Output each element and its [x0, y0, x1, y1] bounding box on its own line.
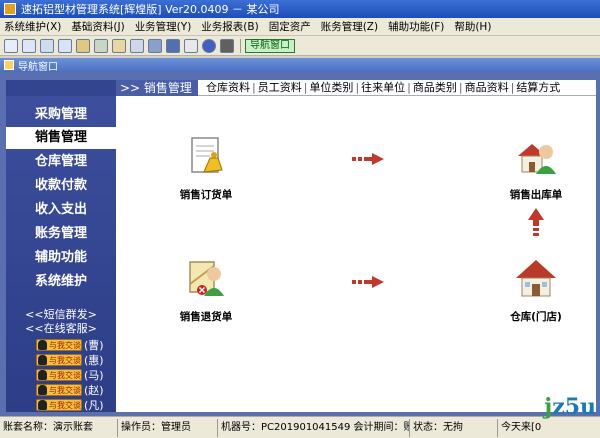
sidebar-item-income-expense[interactable]: 收入支出 — [6, 199, 116, 221]
qq-badge[interactable]: 与我交谈 — [36, 399, 82, 411]
qq-penguin-icon — [38, 385, 47, 395]
print-icon[interactable] — [184, 38, 198, 53]
link-warehouse-data[interactable]: 仓库资料 — [206, 81, 250, 94]
sidebar-item-purchase[interactable]: 采购管理 — [6, 104, 116, 126]
tools-icon[interactable] — [94, 38, 108, 53]
menu-reports[interactable]: 业务报表(B) — [201, 19, 258, 34]
main-panel: >> 销售管理 仓库资料 | 员工资料 | 单位类别 | 往来单位 | 商品类别 | 商品资料 | 结算… — [116, 80, 596, 412]
status-state: 状态：无拘 — [410, 418, 498, 437]
status-machine: 机器号：PC201901041549 会计期间：账套未启用 — [218, 418, 410, 437]
sidebar-item-payments[interactable]: 收款付款 — [6, 175, 116, 197]
menu-fixed-assets[interactable]: 固定资产 — [269, 19, 311, 34]
exit-icon[interactable] — [220, 38, 234, 53]
arrow-up-icon — [528, 208, 544, 236]
link-staff-data[interactable]: 员工资料 — [258, 81, 302, 94]
menu-business[interactable]: 业务管理(Y) — [135, 19, 192, 34]
menu-system[interactable]: 系统维护(X) — [4, 19, 61, 34]
qq-penguin-icon — [38, 400, 47, 410]
link-product-category[interactable]: 商品类别 — [413, 81, 457, 94]
nav-window-button[interactable]: 导航窗口 — [245, 38, 295, 53]
qq-penguin-icon — [38, 370, 47, 380]
child-window-title: 导航窗口 — [18, 61, 58, 73]
qq-contact-4[interactable]: 与我交谈 (赵) — [36, 383, 104, 397]
status-bar: 账套名称：演示账套 操作员：管理员 机器号：PC201901041549 会计期… — [0, 416, 600, 438]
warehouse-label[interactable]: 仓库(门店) — [496, 309, 576, 324]
window-titlebar: 速拓铝型材管理系统[辉煌版] Ver20.0409 － 某公司 — [0, 0, 600, 18]
sales-order-function[interactable]: 销售订货单 — [166, 134, 246, 202]
link-partners[interactable]: 往来单位 — [361, 81, 405, 94]
menu-basic-data[interactable]: 基础资料(J) — [71, 19, 124, 34]
qq-penguin-icon — [38, 355, 47, 365]
status-extra: 今天来[0 — [501, 421, 542, 433]
sidebar-header — [6, 80, 116, 96]
online-support-link[interactable]: <<在线客服> — [6, 320, 116, 336]
toolbar: 导航窗口 — [0, 36, 600, 56]
report-icon[interactable] — [130, 38, 144, 53]
arrow-right-icon — [352, 153, 384, 165]
sales-outbound-label[interactable]: 销售出库单 — [496, 187, 576, 202]
qq-badge[interactable]: 与我交谈 — [36, 339, 82, 351]
quick-links: 仓库资料 | 员工资料 | 单位类别 | 往来单位 | 商品类别 | 商品资料 | 结算方式 — [206, 81, 561, 94]
status-account: 账套名称：演示账套 — [0, 418, 118, 437]
qq-badge[interactable]: 与我交谈 — [36, 354, 82, 366]
toolbar-separator — [240, 38, 241, 53]
sales-order-label[interactable]: 销售订货单 — [166, 187, 246, 202]
users-icon[interactable] — [76, 38, 90, 53]
link-unit-category[interactable]: 单位类别 — [309, 81, 353, 94]
list-icon[interactable] — [40, 38, 54, 53]
app-icon — [4, 3, 16, 15]
menu-aux[interactable]: 辅助功能(F) — [388, 19, 444, 34]
status-operator: 操作员：管理员 — [118, 418, 218, 437]
help-icon[interactable] — [202, 38, 216, 53]
link-settlement[interactable]: 结算方式 — [516, 81, 560, 94]
arrow-right-icon — [352, 276, 384, 288]
sidebar-item-accounts[interactable]: 账务管理 — [6, 223, 116, 245]
sales-order-icon[interactable] — [184, 134, 228, 178]
save-icon[interactable] — [166, 38, 180, 53]
sidebar-item-sales[interactable]: 销售管理 — [6, 127, 116, 149]
window-title: 速拓铝型材管理系统[辉煌版] Ver20.0409 － 某公司 — [21, 3, 280, 16]
qq-penguin-icon — [38, 340, 47, 350]
sales-outbound-icon[interactable] — [514, 134, 558, 178]
sidebar: 采购管理 销售管理 仓库管理 收款付款 收入支出 账务管理 辅助功能 系统维护 … — [6, 80, 116, 412]
transfer-icon[interactable] — [112, 38, 126, 53]
sales-return-function[interactable]: 销售退货单 — [166, 256, 246, 324]
child-window-titlebar: 导航窗口 — [0, 58, 600, 73]
menu-help[interactable]: 帮助(H) — [454, 19, 491, 34]
qq-contact-3[interactable]: 与我交谈 (马) — [36, 368, 104, 382]
sales-return-icon[interactable] — [184, 256, 228, 300]
sidebar-item-warehouse[interactable]: 仓库管理 — [6, 151, 116, 173]
warehouse-function[interactable]: 仓库(门店) — [496, 256, 576, 324]
form-icon[interactable] — [22, 38, 36, 53]
sidebar-item-system[interactable]: 系统维护 — [6, 271, 116, 293]
section-title: >> 销售管理 — [116, 80, 198, 96]
main-header: >> 销售管理 仓库资料 | 员工资料 | 单位类别 | 往来单位 | 商品类别 | 商品资料 | 结算… — [116, 80, 596, 96]
menu-accounts[interactable]: 账务管理(Z) — [321, 19, 378, 34]
watermark-logo: jz5u — [544, 394, 596, 420]
qq-badge[interactable]: 与我交谈 — [36, 384, 82, 396]
calculator-icon[interactable] — [148, 38, 162, 53]
menu-bar: 系统维护(X) 基础资料(J) 业务管理(Y) 业务报表(B) 固定资产 账务管… — [0, 18, 600, 36]
qq-contact-2[interactable]: 与我交谈 (惠) — [36, 353, 104, 367]
sidebar-item-aux[interactable]: 辅助功能 — [6, 247, 116, 269]
qq-contact-1[interactable]: 与我交谈 (曹) — [36, 338, 104, 352]
link-product-data[interactable]: 商品资料 — [465, 81, 509, 94]
qq-contact-5[interactable]: 与我交谈 (凡) — [36, 398, 104, 412]
qq-badge[interactable]: 与我交谈 — [36, 369, 82, 381]
sales-outbound-function[interactable]: 销售出库单 — [496, 134, 576, 202]
window-icon[interactable] — [4, 38, 18, 53]
sales-return-label[interactable]: 销售退货单 — [166, 309, 246, 324]
warehouse-icon[interactable] — [514, 256, 558, 300]
document-icon[interactable] — [58, 38, 72, 53]
child-window-icon — [4, 60, 14, 70]
